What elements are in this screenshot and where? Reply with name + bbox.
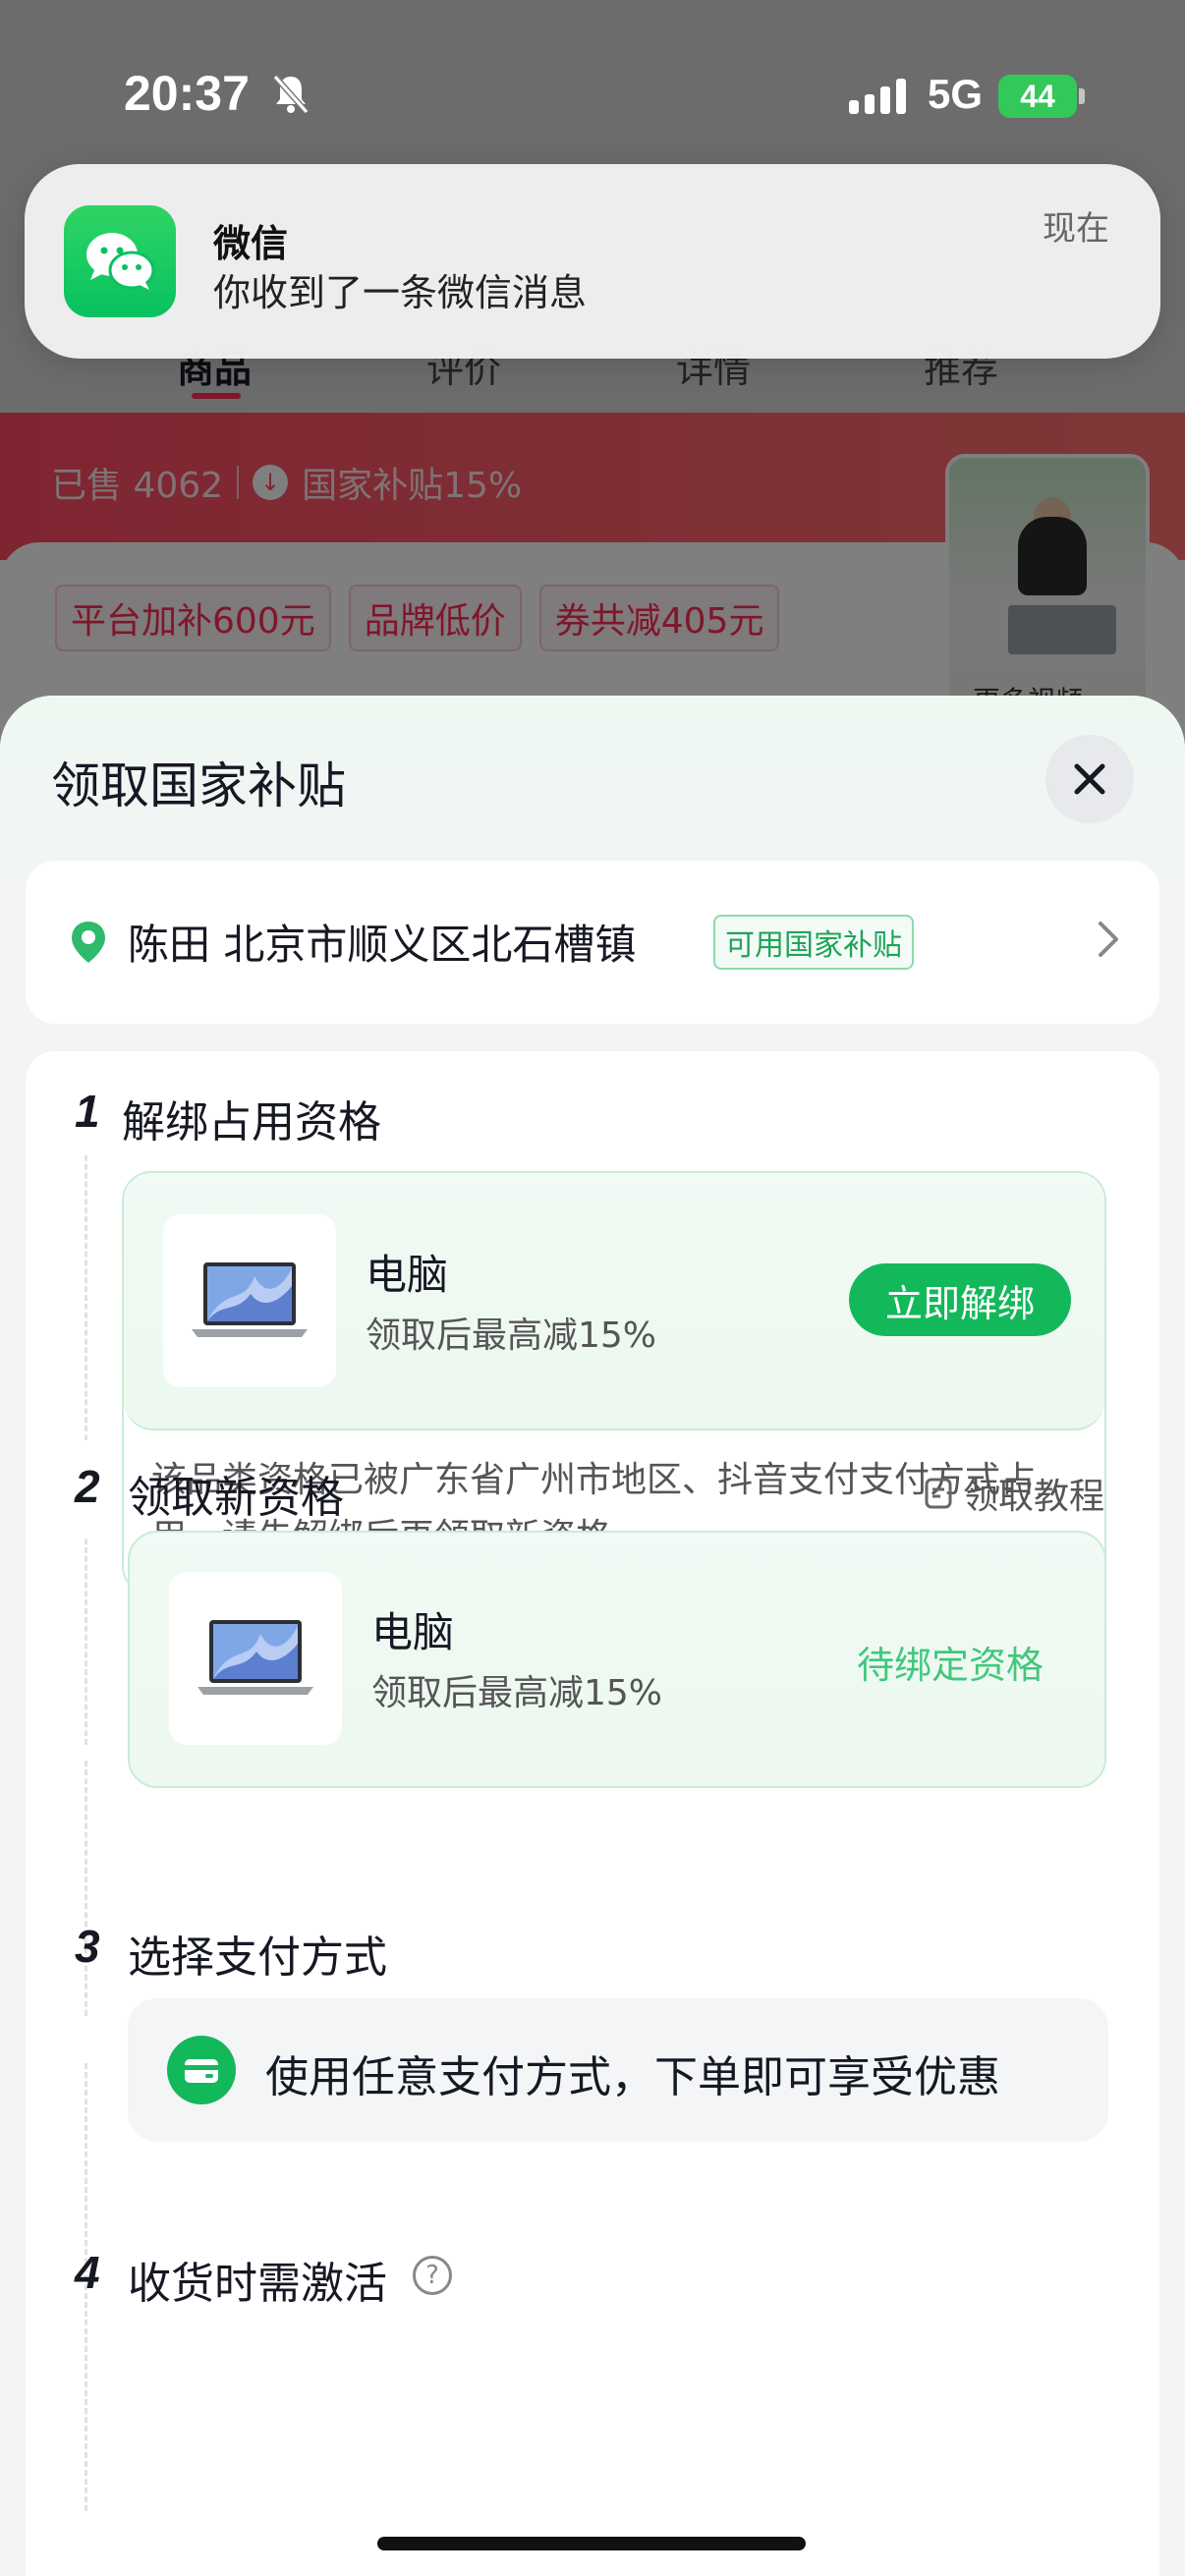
tutorial-link[interactable]: 领取教程 (924, 1468, 1104, 1519)
step-title-2: 领取新资格 (128, 1473, 344, 1523)
new-qualification-card: 电脑 领取后最高减15% 待绑定资格 (128, 1531, 1106, 1788)
laptop-image (163, 1214, 336, 1387)
home-indicator[interactable] (377, 2537, 806, 2550)
address-text: 陈田 北京市顺义区北石槽镇 (128, 921, 637, 969)
step-title-3: 选择支付方式 (128, 1932, 387, 1983)
wechat-icon (64, 205, 176, 317)
laptop-icon (192, 1262, 308, 1337)
step-number-1: 1 (75, 1086, 100, 1137)
battery-cap (1079, 88, 1085, 104)
step-number-3: 3 (75, 1921, 100, 1972)
steps-card: 1 解绑占用资格 电脑 领取后最高减15% 立即解绑 该品类资格已被广东省广州市… (26, 1051, 1159, 2576)
laptop-icon (198, 1620, 313, 1695)
document-icon (925, 1478, 952, 1509)
qualification-discount: 领取后最高减15% (371, 1673, 663, 1713)
notification-app-name: 微信 (213, 222, 289, 265)
network-type: 5G (928, 71, 984, 117)
sheet-title: 领取国家补贴 (51, 757, 346, 814)
step-title-1: 解绑占用资格 (122, 1097, 381, 1148)
step-number-4: 4 (75, 2247, 100, 2298)
notification-time: 现在 (1043, 209, 1109, 249)
close-button[interactable] (1045, 735, 1134, 823)
tutorial-label: 领取教程 (962, 1477, 1104, 1517)
pending-bind-status: 待绑定资格 (857, 1644, 1044, 1687)
laptop-image (169, 1572, 342, 1745)
wechat-notification[interactable]: 微信 你收到了一条微信消息 现在 (25, 164, 1160, 359)
cellular-signal-icon (849, 77, 906, 114)
notification-message: 你收到了一条微信消息 (213, 271, 588, 314)
address-selector[interactable]: 陈田 北京市顺义区北石槽镇 可用国家补贴 (26, 861, 1159, 1024)
qualification-name: 电脑 (366, 1251, 449, 1299)
step-connector (85, 1761, 87, 2016)
clock: 20:37 (124, 66, 250, 121)
step-connector (85, 1539, 87, 1745)
help-icon[interactable]: ? (413, 2256, 452, 2295)
battery-level: 44 (1020, 78, 1055, 114)
payment-description: 使用任意支付方式，下单即可享受优惠 (265, 2052, 1000, 2102)
chevron-right-icon (1099, 922, 1118, 957)
unbind-now-button[interactable]: 立即解绑 (849, 1263, 1071, 1336)
silent-bell-icon (272, 75, 310, 114)
payment-method-option[interactable]: 使用任意支付方式，下单即可享受优惠 (128, 1998, 1108, 2142)
location-pin-icon (72, 922, 105, 963)
qualification-name: 电脑 (371, 1608, 455, 1656)
battery-icon: 44 (998, 75, 1077, 118)
step-connector (85, 1155, 87, 1440)
wallet-icon (167, 2036, 236, 2104)
qualification-discount: 领取后最高减15% (366, 1316, 657, 1356)
close-icon (1074, 763, 1105, 795)
subsidy-bottom-sheet: 领取国家补贴 陈田 北京市顺义区北石槽镇 可用国家补贴 1 解绑占用资格 电脑 … (0, 696, 1185, 2576)
step-title-4: 收货时需激活 (128, 2259, 387, 2309)
status-bar: 20:37 5G 44 (0, 0, 1185, 187)
subsidy-available-badge: 可用国家补贴 (713, 915, 914, 970)
step-number-2: 2 (75, 1461, 100, 1512)
